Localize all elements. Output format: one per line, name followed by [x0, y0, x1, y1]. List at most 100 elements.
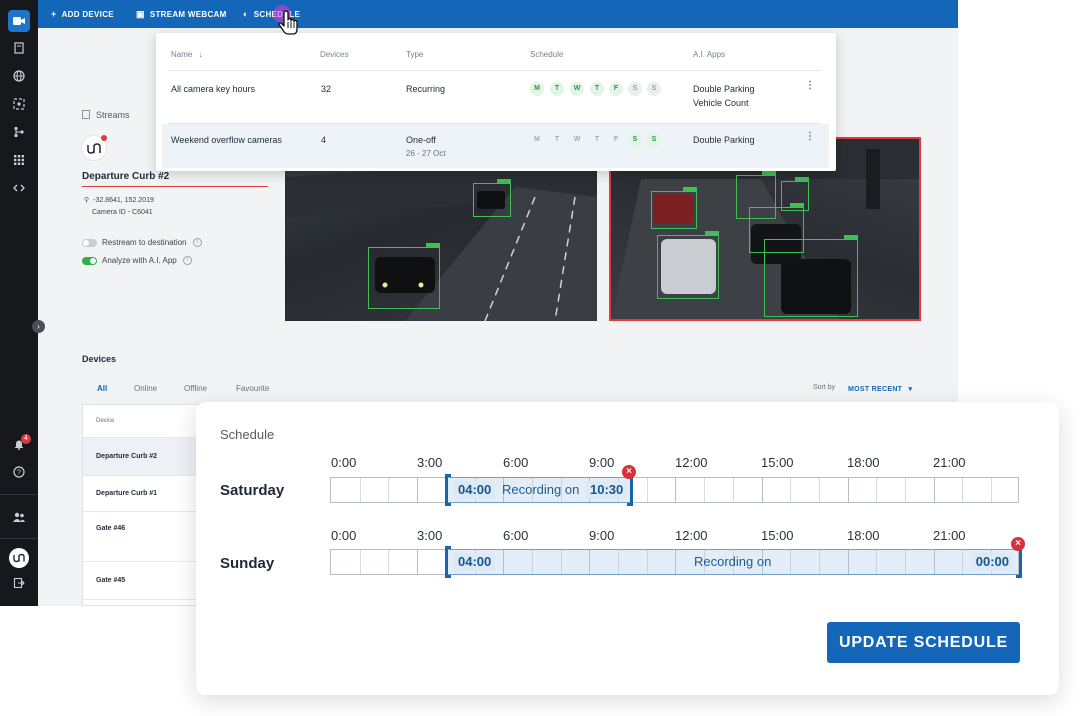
weekday-chip[interactable]: M — [530, 133, 544, 147]
logout-icon[interactable] — [12, 577, 26, 591]
update-schedule-button[interactable]: UPDATE SCHEDULE — [827, 622, 1020, 663]
camera-icon[interactable] — [8, 10, 30, 32]
app-name: Vehicle Count — [693, 98, 749, 108]
hour-tick — [905, 478, 906, 502]
hour-tick — [818, 478, 820, 502]
filter-tab-favourite[interactable]: Favourite — [236, 384, 269, 393]
remove-segment-close-icon[interactable]: × — [622, 465, 636, 479]
detection-box — [368, 243, 440, 309]
schedule-track-saturday[interactable]: 04:00 Recording on 10:30 × — [330, 465, 1019, 506]
device-location: ⚲ -32.8641, 152.2019 Camera ID - C6041 — [84, 195, 154, 219]
apps-icon[interactable] — [12, 154, 26, 168]
workflow-icon[interactable] — [12, 126, 26, 140]
table-row[interactable]: Gate #45 — [83, 562, 201, 600]
sidebar-divider — [0, 538, 38, 539]
segment-start-handle[interactable] — [445, 546, 451, 578]
filter-tab-all[interactable]: All — [97, 384, 107, 393]
restream-setting: Restream to destination i — [82, 238, 202, 247]
code-icon[interactable] — [12, 182, 26, 196]
app-name: Double Parking — [693, 84, 755, 94]
help-icon[interactable]: ? — [12, 466, 26, 480]
table-row[interactable]: Departure Curb #1 — [83, 476, 201, 512]
restream-toggle[interactable] — [82, 238, 97, 247]
more-options-icon[interactable]: ⋮ — [805, 131, 815, 142]
schedule-track-sunday[interactable]: 04:00 Recording on 00:00 × — [330, 537, 1025, 578]
weekday-chip[interactable]: T — [590, 82, 604, 96]
weekday-chip[interactable]: W — [570, 82, 584, 96]
hour-tick — [359, 550, 361, 574]
coordinates-text: -32.8641, 152.2019 — [93, 197, 154, 204]
column-header-name[interactable]: Name ↓ — [171, 50, 203, 59]
target-icon[interactable] — [12, 98, 26, 112]
column-header-type: Type — [406, 50, 424, 59]
book-icon[interactable] — [12, 42, 26, 56]
segment-label: Recording on — [694, 554, 772, 569]
analyze-setting: Analyze with A.I. App i — [82, 256, 192, 265]
weekday-chip[interactable]: T — [550, 133, 564, 147]
device-brand-logo — [81, 135, 107, 161]
weekday-chip[interactable]: T — [550, 82, 564, 96]
location-pin-icon: ⚲ — [84, 197, 90, 204]
weekday-chip[interactable]: M — [530, 82, 544, 96]
recording-segment[interactable]: 04:00 Recording on 10:30 × — [445, 465, 636, 506]
info-icon[interactable]: i — [182, 256, 192, 265]
detection-box — [736, 171, 776, 219]
column-header-schedule: Schedule — [530, 50, 564, 59]
stream-webcam-button[interactable]: ▣ STREAM WEBCAM — [136, 9, 227, 20]
hour-tick — [675, 478, 677, 502]
weekday-chip[interactable]: S — [647, 133, 661, 147]
weekday-chip[interactable]: F — [609, 82, 623, 96]
hour-label: 15:00 — [761, 455, 794, 470]
hour-label: 12:00 — [675, 528, 708, 543]
sort-label: Sort by — [813, 384, 836, 391]
schedule-row-devices: 32 — [321, 84, 332, 94]
users-icon[interactable] — [12, 511, 26, 525]
recording-segment[interactable]: 04:00 Recording on 00:00 × — [445, 537, 1025, 578]
weekday-chip[interactable]: S — [628, 133, 642, 147]
hour-label: 0:00 — [331, 455, 357, 470]
weekday-chip[interactable]: F — [609, 133, 623, 147]
devices-heading: Devices — [82, 354, 117, 364]
notification-badge: 4 — [21, 434, 31, 444]
hour-tick — [704, 478, 706, 502]
svg-text:?: ? — [17, 470, 21, 477]
weekday-chip[interactable]: T — [590, 133, 604, 147]
filter-tab-offline[interactable]: Offline — [184, 384, 207, 393]
sidebar-collapse-chevron-icon[interactable]: › — [32, 320, 45, 333]
hour-tick — [933, 478, 935, 502]
sort-value: MOST RECENT — [848, 386, 903, 393]
schedule-row-name[interactable]: All camera key hours — [171, 82, 255, 96]
table-row[interactable]: Gate #46 — [83, 512, 201, 562]
avatar[interactable] — [9, 548, 29, 568]
hour-tick — [732, 478, 734, 502]
hour-tick — [847, 478, 849, 502]
weekday-chip[interactable]: S — [628, 82, 642, 96]
camera-id-text: Camera ID - C6041 — [92, 209, 153, 216]
top-toolbar: +ADD DEVICE ▣STREAM WEBCAM ◐SCHEDULE — [38, 0, 958, 28]
streams-heading: Streams — [82, 110, 130, 120]
date-range: 26 - 27 Oct — [406, 149, 446, 158]
sort-dropdown[interactable]: MOST RECENT ▾ — [848, 385, 912, 393]
segment-end-time: 10:30 — [586, 481, 628, 499]
filter-tab-online[interactable]: Online — [134, 384, 157, 393]
weekday-chip[interactable]: S — [647, 82, 661, 96]
weekday-chip[interactable]: W — [570, 133, 584, 147]
analyze-toggle[interactable] — [82, 256, 97, 265]
column-header-devices: Devices — [320, 50, 349, 59]
streams-icon — [82, 110, 90, 119]
schedule-row-type: One-off 26 - 27 Oct — [406, 133, 446, 161]
add-device-button[interactable]: + ADD DEVICE — [51, 9, 114, 19]
hour-label: 9:00 — [589, 455, 615, 470]
globe-icon[interactable] — [12, 70, 26, 84]
table-row[interactable]: Departure Curb #2 — [83, 438, 201, 476]
restream-label: Restream to destination — [102, 238, 187, 247]
remove-segment-close-icon[interactable]: × — [1011, 537, 1025, 551]
info-icon[interactable]: i — [192, 238, 202, 247]
hour-label: 15:00 — [761, 528, 794, 543]
schedule-row-name[interactable]: Weekend overflow cameras — [171, 133, 282, 147]
detection-box — [657, 231, 719, 299]
day-label-saturday: Saturday — [220, 482, 285, 499]
segment-start-handle[interactable] — [445, 474, 451, 506]
more-options-icon[interactable]: ⋮ — [805, 80, 815, 91]
segment-end-time: 00:00 — [971, 553, 1013, 571]
